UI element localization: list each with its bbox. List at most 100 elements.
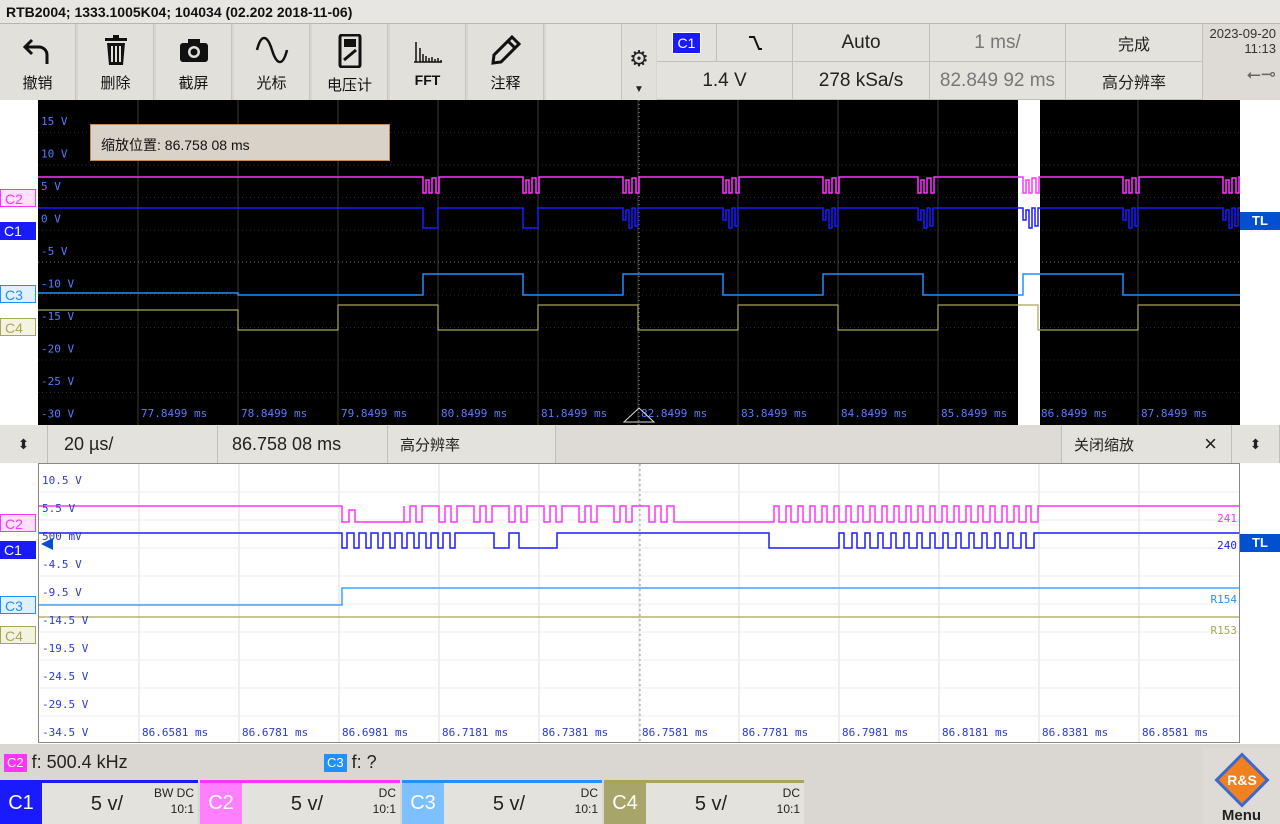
lower-c2-marker[interactable]: C2 xyxy=(0,514,36,532)
cursor-button[interactable]: 光标 xyxy=(234,24,310,100)
x-axis-label: 80.8499 ms xyxy=(441,407,507,420)
measurement-c3[interactable]: C3 f: ? xyxy=(324,752,377,773)
acq-mode[interactable]: 高分辨率 xyxy=(1066,62,1203,100)
zoom-up-down-button-right[interactable]: ⬍ xyxy=(1232,425,1280,463)
y-axis-label: -10 V xyxy=(41,278,74,291)
c3-probe: 10:1 xyxy=(574,802,598,816)
zoom-waveform-display[interactable]: 10.5 V 5.5 V 500 mV -4.5 V -9.5 V -14.5 V -19.… xyxy=(38,463,1240,743)
lower-c3-text: C3 xyxy=(5,598,23,614)
measurement-c2[interactable]: C2 f: 500.4 kHz xyxy=(4,752,128,773)
voltmeter-button[interactable]: 电压计 xyxy=(312,24,388,100)
trigger-level[interactable]: 1.4 V xyxy=(657,62,793,100)
trace-label: 241 xyxy=(1217,512,1237,525)
undo-icon xyxy=(22,38,48,64)
y-axis-label: 5.5 V xyxy=(42,502,75,515)
lower-trigger-level-marker[interactable]: TL xyxy=(1240,534,1280,552)
measurement-c2-badge: C2 xyxy=(4,753,27,772)
zoom-bar: ⬍ 20 µs/ 86.758 08 ms 高分辨率 关闭缩放 × ⬍ xyxy=(0,425,1280,463)
clock-time: 11:13 xyxy=(1244,41,1276,56)
x-axis-label: 86.8181 ms xyxy=(942,726,1008,739)
lower-y-labels: 10.5 V 5.5 V 500 mV -4.5 V -9.5 V -14.5 V -19.… xyxy=(42,474,89,739)
trigger-mode-text: Auto xyxy=(841,31,881,53)
channel-c4-tab[interactable]: C4 5 v/ DC 10:1 xyxy=(604,780,804,824)
delete-label: 删除 xyxy=(100,75,131,92)
c3-coupling: DC 10:1 xyxy=(575,785,598,817)
usb-icon: ⭠⊸ xyxy=(1246,64,1276,84)
zoom-position[interactable]: 86.758 08 ms xyxy=(218,425,388,463)
falling-edge-icon xyxy=(748,35,762,50)
y-axis-label: -24.5 V xyxy=(42,670,89,683)
y-axis-label: 15 V xyxy=(41,115,68,128)
y-axis-label: -25 V xyxy=(41,375,74,388)
x-axis-label: 85.8499 ms xyxy=(941,407,1007,420)
trigger-slope[interactable] xyxy=(717,24,793,62)
x-axis-label: 87.8499 ms xyxy=(1141,407,1207,420)
x-axis-label: 81.8499 ms xyxy=(541,407,607,420)
x-axis-label: 86.8499 ms xyxy=(1041,407,1107,420)
timebase[interactable]: 1 ms/ xyxy=(930,24,1066,62)
fft-button[interactable]: FFT xyxy=(390,24,466,100)
screenshot-button[interactable]: 截屏 xyxy=(156,24,232,100)
trigger-mode[interactable]: Auto xyxy=(793,24,930,62)
upper-tl-text: TL xyxy=(1252,213,1268,228)
screenshot-label: 截屏 xyxy=(178,75,209,92)
undo-button[interactable]: 撤销 xyxy=(0,24,76,100)
zoom-timebase[interactable]: 20 µs/ xyxy=(48,425,218,463)
camera-icon xyxy=(179,39,208,62)
zoom-acq-mode[interactable]: 高分辨率 xyxy=(388,425,556,463)
close-zoom-label: 关闭缩放 xyxy=(1074,436,1135,454)
acq-status[interactable]: 完成 xyxy=(1066,24,1203,62)
lower-c3-marker[interactable]: C3 xyxy=(0,596,36,614)
trigger-source[interactable]: C1 xyxy=(657,24,717,62)
c4-probe: 10:1 xyxy=(776,802,800,816)
x-axis-label: 86.7781 ms xyxy=(742,726,808,739)
x-axis-label: 86.6781 ms xyxy=(242,726,308,739)
y-axis-label: -29.5 V xyxy=(42,698,89,711)
upper-c4-marker[interactable]: C4 xyxy=(0,318,36,336)
upper-waveforms xyxy=(38,176,1240,331)
x-axis-label: 86.7181 ms xyxy=(442,726,508,739)
menu-button[interactable]: R&S Menu xyxy=(1203,748,1280,824)
y-axis-label: -9.5 V xyxy=(42,586,82,599)
acq-mode-text: 高分辨率 xyxy=(1101,74,1166,92)
upper-c1-marker[interactable]: C1 xyxy=(0,222,36,240)
c1-probe: 10:1 xyxy=(170,802,194,816)
zoom-up-down-button[interactable]: ⬍ xyxy=(0,425,48,463)
x-axis-label: 83.8499 ms xyxy=(741,407,807,420)
upper-x-labels: 77.8499 ms 78.8499 ms 79.8499 ms 80.8499 ms… xyxy=(141,407,1207,423)
zoom-position-text: 缩放位置: 86.758 08 ms xyxy=(101,137,250,153)
lower-c4-text: C4 xyxy=(5,628,23,644)
fft-icon xyxy=(413,42,442,63)
measurement-c3-value: f: ? xyxy=(351,752,377,772)
upper-y-labels: 15 V 10 V 5 V 0 V -5 V -10 V -15 V -20 V -25 V -3… xyxy=(41,115,74,421)
close-zoom-button[interactable]: 关闭缩放 × xyxy=(1062,425,1232,463)
channel-c1-tab[interactable]: C1 5 v/ BW DC 10:1 xyxy=(0,780,198,824)
channel-c3-tab[interactable]: C3 5 v/ DC 10:1 xyxy=(402,780,602,824)
c1-coupling-text: DC xyxy=(176,786,194,800)
lower-c2-text: C2 xyxy=(5,516,23,532)
zoom-acq-mode-text: 高分辨率 xyxy=(400,436,461,454)
horizontal-position[interactable]: 82.849 92 ms xyxy=(930,62,1066,100)
undo-label: 撤销 xyxy=(22,75,53,92)
pencil-icon xyxy=(490,34,521,65)
lower-c1-marker[interactable]: C1 xyxy=(0,541,36,559)
y-axis-label: -15 V xyxy=(41,310,74,323)
c3-coupling-text: DC xyxy=(580,786,598,800)
lower-c4-marker[interactable]: C4 xyxy=(0,626,36,644)
lower-x-labels: 86.6581 ms 86.6781 ms 86.6981 ms 86.7181 ms… xyxy=(142,726,1208,739)
settings-button[interactable]: ⚙ ▼ xyxy=(622,24,656,100)
upper-trigger-level-marker[interactable]: TL xyxy=(1240,212,1280,230)
delete-button[interactable]: 删除 xyxy=(78,24,154,100)
y-axis-label: -34.5 V xyxy=(42,726,89,739)
trace-label: R153 xyxy=(1211,624,1238,637)
y-axis-label: -20 V xyxy=(41,343,74,356)
upper-c2-marker[interactable]: C2 xyxy=(0,189,36,207)
upper-c3-marker[interactable]: C3 xyxy=(0,285,36,303)
lower-c1-text: C1 xyxy=(4,542,22,558)
annotate-button[interactable]: 注释 xyxy=(468,24,544,100)
up-down-arrow-icon: ⬍ xyxy=(1249,435,1262,452)
svg-text:R&S: R&S xyxy=(1227,772,1257,788)
channel-c2-tab[interactable]: C2 5 v/ DC 10:1 xyxy=(200,780,400,824)
x-axis-label: 86.8381 ms xyxy=(1042,726,1108,739)
y-axis-label: -19.5 V xyxy=(42,642,89,655)
